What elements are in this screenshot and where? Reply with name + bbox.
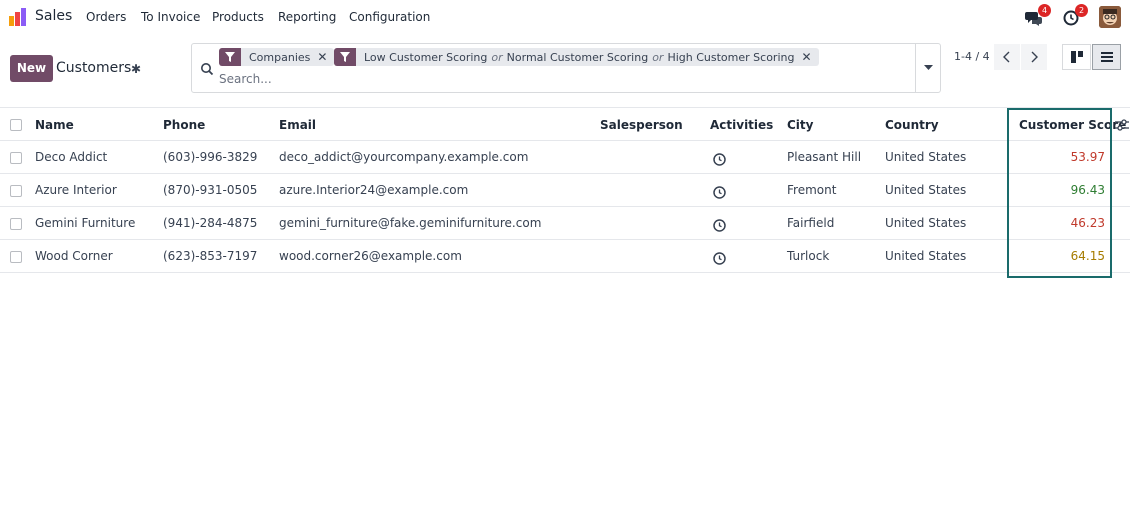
activity-clock-icon[interactable] <box>713 184 726 199</box>
cell-email: deco_addict@yourcompany.example.com <box>279 150 529 164</box>
cell-customer-score: 64.15 <box>1070 249 1105 263</box>
top-navbar: Sales Orders To Invoice Products Reporti… <box>0 0 1130 34</box>
facet-label: Companies <box>249 50 311 64</box>
menu-configuration[interactable]: Configuration <box>349 10 430 24</box>
facet-customer-scoring[interactable]: Low Customer Scoring or Normal Customer … <box>334 48 819 66</box>
filter-icon <box>219 48 241 66</box>
app-name[interactable]: Sales <box>35 8 72 24</box>
remove-facet-icon[interactable]: ✕ <box>317 50 334 64</box>
pager-next-button[interactable] <box>1021 44 1047 70</box>
table-row[interactable]: Deco Addict (603)-996-3829 deco_addict@y… <box>0 141 1130 174</box>
cell-email: wood.corner26@example.com <box>279 249 462 263</box>
optional-columns-toggle-icon[interactable] <box>1115 117 1129 131</box>
filter-icon <box>334 48 356 66</box>
list-view-button[interactable] <box>1092 44 1121 70</box>
kanban-view-button[interactable] <box>1062 44 1091 70</box>
select-all-checkbox[interactable] <box>10 119 22 131</box>
facet-label-low: Low Customer Scoring <box>364 50 488 64</box>
cell-phone: (603)-996-3829 <box>163 150 258 164</box>
table-header-row: Name Phone Email Salesperson Activities … <box>0 107 1130 141</box>
cell-phone: (623)-853-7197 <box>163 249 258 263</box>
cell-name: Deco Addict <box>35 150 108 164</box>
pager-value[interactable]: 1-4 / 4 <box>954 50 990 63</box>
activity-clock-icon[interactable] <box>713 250 726 265</box>
cell-phone: (941)-284-4875 <box>163 216 258 230</box>
activity-clock-icon[interactable] <box>713 151 726 166</box>
chevron-left-icon <box>1003 51 1010 63</box>
column-header-city[interactable]: City <box>787 108 813 141</box>
column-header-country[interactable]: Country <box>885 108 939 141</box>
row-checkbox[interactable] <box>10 251 22 263</box>
page-title: Customers <box>56 60 132 76</box>
cell-country: United States <box>885 249 967 263</box>
messages-badge: 4 <box>1038 4 1051 17</box>
table-row[interactable]: Azure Interior (870)-931-0505 azure.Inte… <box>0 174 1130 207</box>
user-avatar[interactable] <box>1099 6 1121 28</box>
column-header-salesperson[interactable]: Salesperson <box>600 108 683 141</box>
cell-city: Fairfield <box>787 216 835 230</box>
caret-down-icon <box>923 65 933 70</box>
facet-label-normal: Normal Customer Scoring <box>506 50 649 64</box>
row-checkbox[interactable] <box>10 152 22 164</box>
column-header-activities[interactable]: Activities <box>710 108 773 141</box>
new-button[interactable]: New <box>10 55 53 82</box>
facet-or: or <box>491 50 503 64</box>
list-icon <box>1100 52 1113 62</box>
cell-city: Pleasant Hill <box>787 150 862 164</box>
column-header-name[interactable]: Name <box>35 108 74 141</box>
cell-city: Turlock <box>787 249 830 263</box>
search-icon <box>200 61 214 76</box>
cell-email: gemini_furniture@fake.geminifurniture.co… <box>279 216 542 230</box>
cell-customer-score: 53.97 <box>1070 150 1105 164</box>
pager-previous-button[interactable] <box>994 44 1020 70</box>
activities-badge: 2 <box>1075 4 1088 17</box>
search-panel: Companies ✕ Low Customer Scoring or Norm… <box>191 43 941 93</box>
cell-phone: (870)-931-0505 <box>163 183 258 197</box>
cell-country: United States <box>885 150 967 164</box>
cell-customer-score: 46.23 <box>1070 216 1105 230</box>
cell-email: azure.Interior24@example.com <box>279 183 469 197</box>
cell-city: Fremont <box>787 183 837 197</box>
sales-app-icon[interactable] <box>8 8 28 26</box>
cell-name: Gemini Furniture <box>35 216 136 230</box>
remove-facet-icon[interactable]: ✕ <box>801 50 818 64</box>
menu-products[interactable]: Products <box>212 10 264 24</box>
cell-country: United States <box>885 183 967 197</box>
column-header-email[interactable]: Email <box>279 108 316 141</box>
menu-reporting[interactable]: Reporting <box>278 10 336 24</box>
chevron-right-icon <box>1031 51 1038 63</box>
cell-country: United States <box>885 216 967 230</box>
row-checkbox[interactable] <box>10 185 22 197</box>
column-header-phone[interactable]: Phone <box>163 108 205 141</box>
menu-to-invoice[interactable]: To Invoice <box>141 10 200 24</box>
table-row[interactable]: Gemini Furniture (941)-284-4875 gemini_f… <box>0 207 1130 240</box>
facet-or: or <box>652 50 664 64</box>
activities-clock-icon[interactable]: 2 <box>1062 4 1088 26</box>
table-row[interactable]: Wood Corner (623)-853-7197 wood.corner26… <box>0 240 1130 273</box>
menu-orders[interactable]: Orders <box>86 10 126 24</box>
kanban-icon <box>1070 51 1083 63</box>
messages-icon[interactable]: 4 <box>1025 4 1051 26</box>
cell-name: Azure Interior <box>35 183 117 197</box>
facet-label-high: High Customer Scoring <box>667 50 795 64</box>
facet-companies[interactable]: Companies ✕ <box>219 48 335 66</box>
gear-icon[interactable]: ✱ <box>131 62 141 76</box>
row-checkbox[interactable] <box>10 218 22 230</box>
column-header-customer-score[interactable]: Customer Score <box>1019 108 1126 141</box>
search-input[interactable] <box>219 72 909 86</box>
cell-customer-score: 96.43 <box>1070 183 1105 197</box>
activity-clock-icon[interactable] <box>713 217 726 232</box>
search-dropdown-toggle[interactable] <box>915 44 940 92</box>
cell-name: Wood Corner <box>35 249 113 263</box>
